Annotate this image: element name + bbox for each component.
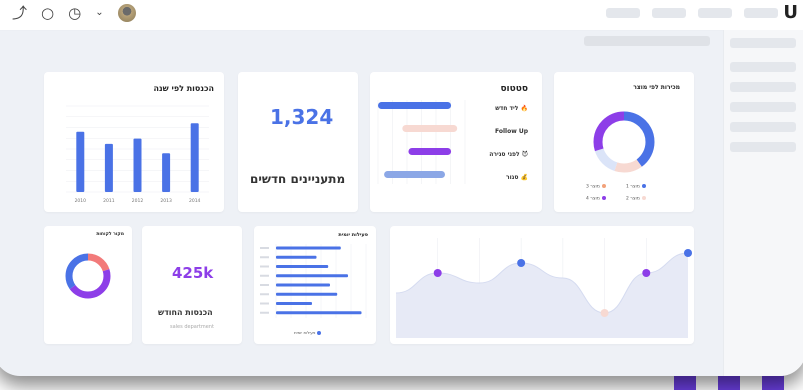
customer-source-card: מקור לקוחות bbox=[44, 226, 132, 344]
data-point bbox=[684, 249, 692, 257]
x-tick-label: 2014 bbox=[189, 198, 201, 204]
nav-placeholder[interactable] bbox=[606, 8, 640, 18]
y-tick-placeholder bbox=[260, 256, 269, 259]
nav-placeholder[interactable] bbox=[744, 8, 778, 18]
y-tick-placeholder bbox=[260, 284, 269, 286]
reply-icon[interactable]: ⤴ bbox=[12, 2, 27, 23]
status-bar bbox=[408, 148, 452, 155]
status-row-label: 🔥 ליד חדש bbox=[495, 105, 528, 112]
top-bar: ⤴ ○ ◷ ⌄ ᑌ bbox=[0, 0, 803, 31]
x-tick-label: 2012 bbox=[132, 198, 144, 204]
nav-placeholder[interactable] bbox=[652, 8, 686, 18]
fire-icon: 🔥 bbox=[520, 105, 528, 112]
status-card: סטטוס 🔥 ליד חדש Follow Up 😈 לפני סגירה 💰… bbox=[370, 72, 542, 212]
y-tick-placeholder bbox=[260, 311, 269, 314]
logo-icon: ᑌ bbox=[783, 2, 798, 23]
status-bar bbox=[384, 171, 445, 178]
monthly-income-card: 425k הכנסות החודש sales department bbox=[142, 226, 242, 344]
clock-icon[interactable]: ◷ bbox=[68, 4, 81, 22]
y-tick-placeholder bbox=[260, 247, 269, 249]
avatar[interactable] bbox=[117, 3, 136, 22]
sidebar-item[interactable] bbox=[730, 122, 796, 132]
sidebar-item[interactable] bbox=[730, 82, 796, 92]
status-bar bbox=[378, 102, 452, 109]
bar bbox=[104, 143, 113, 192]
sales-by-product-donut bbox=[593, 111, 655, 173]
data-point bbox=[642, 269, 651, 277]
status-row-label: 💰 סגור bbox=[505, 174, 528, 181]
x-tick-label: 2010 bbox=[75, 198, 87, 204]
comment-icon[interactable]: ○ bbox=[41, 4, 54, 22]
monthly-income-value: 425k bbox=[172, 264, 214, 282]
legend-item: מוצר 3 bbox=[586, 184, 606, 190]
activity-bar bbox=[276, 302, 312, 305]
sidebar-item[interactable] bbox=[730, 102, 796, 112]
annual-income-chart: 2010 2011 2012 2013 2014 bbox=[66, 105, 209, 204]
legend-item: מוצר 2 bbox=[626, 196, 646, 202]
activity-bar bbox=[276, 246, 341, 250]
top-bar-icons: ⤴ ○ ◷ ⌄ bbox=[12, 2, 136, 23]
y-tick-placeholder bbox=[260, 265, 269, 268]
bar bbox=[76, 131, 85, 192]
money-icon: 💰 bbox=[520, 174, 528, 181]
activity-bar bbox=[276, 311, 362, 315]
customer-source-donut bbox=[65, 253, 111, 299]
area-chart-card bbox=[390, 226, 694, 344]
new-leads-label: מתעניינים חדשים bbox=[250, 172, 346, 186]
activity-bar bbox=[276, 292, 338, 296]
activity-bar bbox=[276, 265, 329, 268]
activity-bar bbox=[276, 283, 330, 287]
status-row-label: Follow Up bbox=[494, 128, 528, 135]
daily-activity-chart bbox=[260, 244, 367, 318]
y-tick-placeholder bbox=[260, 302, 269, 305]
dashboard-window: ⤴ ○ ◷ ⌄ ᑌ הכנסות לפי שנה 2010 2011 2012 201… bbox=[0, 0, 803, 376]
search-placeholder[interactable] bbox=[584, 36, 710, 46]
daily-activity-card: פעילות יומית פעילות יומית bbox=[254, 226, 376, 344]
y-tick-placeholder bbox=[260, 274, 269, 277]
annual-income-card: הכנסות לפי שנה 2010 2011 2012 2013 2014 bbox=[44, 72, 224, 212]
bar bbox=[133, 138, 142, 192]
bar bbox=[162, 153, 171, 192]
x-tick-label: 2013 bbox=[160, 198, 172, 204]
daily-activity-legend: פעילות יומית bbox=[294, 330, 322, 335]
sales-by-product-card: מכירות לפי מוצר מוצר 1 מוצר 2 מוצר 3 מוצ… bbox=[554, 72, 694, 212]
monthly-income-sublabel: sales department bbox=[170, 324, 214, 330]
y-tick-placeholder bbox=[260, 293, 269, 296]
legend-item: מוצר 4 bbox=[586, 196, 606, 202]
legend-item: מוצר 1 bbox=[626, 184, 646, 190]
x-tick-label: 2011 bbox=[103, 198, 115, 204]
area-chart bbox=[395, 238, 692, 338]
area-fill bbox=[396, 253, 688, 338]
new-leads-value: 1,324 bbox=[270, 105, 334, 129]
sidebar-item[interactable] bbox=[730, 38, 796, 48]
devil-icon: 😈 bbox=[521, 151, 528, 158]
bar bbox=[190, 123, 199, 192]
status-chart bbox=[377, 100, 466, 184]
status-bar bbox=[402, 125, 458, 132]
activity-bar bbox=[276, 274, 348, 278]
sidebar-item[interactable] bbox=[730, 142, 796, 152]
chevron-down-icon[interactable]: ⌄ bbox=[95, 7, 103, 18]
activity-bar bbox=[276, 255, 317, 259]
sidebar-item[interactable] bbox=[730, 62, 796, 72]
top-nav-placeholders bbox=[606, 8, 778, 18]
nav-placeholder[interactable] bbox=[698, 8, 732, 18]
new-leads-card: 1,324 מתעניינים חדשים bbox=[238, 72, 358, 212]
monthly-income-label: הכנסות החודש bbox=[158, 308, 213, 317]
data-point bbox=[600, 309, 609, 317]
data-point bbox=[433, 269, 442, 277]
data-point bbox=[517, 259, 526, 267]
status-row-label: 😈 לפני סגירה bbox=[489, 151, 528, 158]
sidebar bbox=[723, 30, 803, 376]
